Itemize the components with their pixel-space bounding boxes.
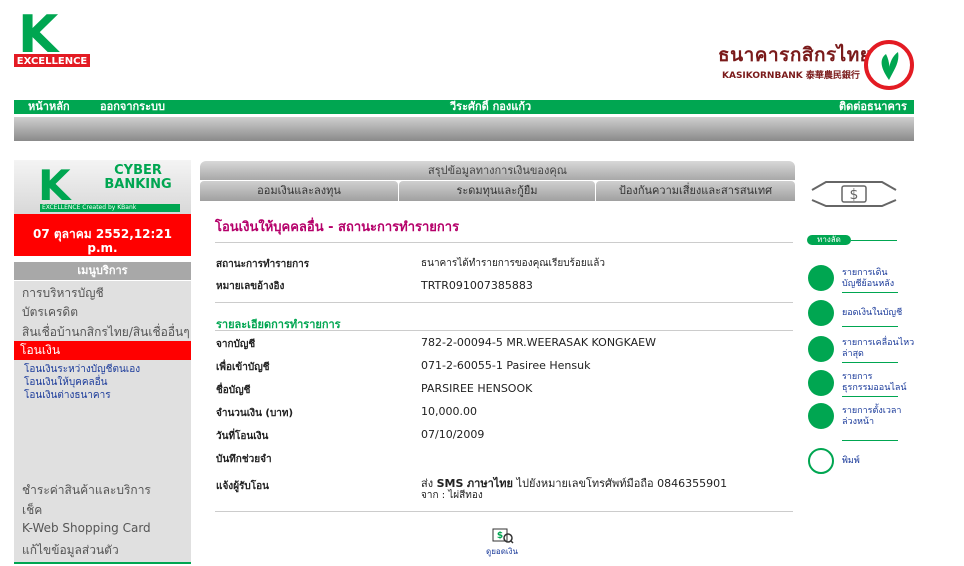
tab-financial-summary[interactable]: สรุปข้อมูลทางการเงินของคุณ (200, 161, 795, 180)
divider (215, 330, 793, 331)
tab-risk-protection[interactable]: ป้องกันความเสี่ยงและสารสนเทศ (596, 181, 795, 201)
recent-activity-line2: ล่าสุด (842, 349, 864, 359)
shortcut-online-transactions[interactable]: รายการ ธุรกรรมออนไลน์ (842, 372, 907, 394)
shortcut-underline (842, 440, 898, 441)
shortcut-title: ทางลัด (807, 235, 851, 245)
page-title: โอนเงินให้บุคคลอื่น - สถานะการทำรายการ (215, 220, 460, 235)
balance-check-icon[interactable]: $ (492, 528, 514, 544)
kasikornbank-logo: ธนาคารกสิกรไทย KASIKORNBANK 泰華農民銀行 (718, 40, 914, 90)
notify-from: จาก : ไผ่สีทอง (421, 490, 483, 501)
notify-label: แจ้งผู้รับโอน (216, 481, 269, 492)
menu-item-credit-card[interactable]: บัตรเครดิต (22, 303, 78, 322)
shortcut-underline (842, 326, 898, 327)
cyber-line-1: CYBER (114, 163, 162, 178)
memo-label: บันทึกช่วยจำ (216, 454, 272, 465)
shortcut-print[interactable]: พิมพ์ (842, 456, 860, 467)
kbank-leaf-icon (864, 40, 914, 90)
reference-label: หมายเลขอ้างอิง (216, 281, 285, 292)
menu-item-cheque[interactable]: เช็ค (22, 501, 42, 520)
current-time-suffix: p.m. (87, 241, 118, 255)
scheduled-transfer-icon[interactable] (808, 403, 834, 429)
menu-item-account-management[interactable]: การบริหารบัญชี (22, 284, 104, 303)
kbank-excellence-logo: K EXCELLENCE (14, 5, 90, 68)
to-account-label: เพื่อเข้าบัญชี (216, 362, 270, 373)
online-transactions-line1: รายการ (842, 372, 873, 382)
service-menu: การบริหารบัญชี บัตรเครดิต สินเชื่อบ้านกส… (14, 281, 191, 562)
online-transactions-icon[interactable] (808, 370, 834, 396)
svg-text:$: $ (850, 187, 859, 203)
status-value: ธนาคารได้ทำรายการของคุณเรียบร้อยแล้ว (421, 258, 605, 269)
shortcut-statement-history[interactable]: รายการเดินบัญชีย้อนหลัง (842, 268, 906, 290)
transfer-date-label: วันที่โอนเงิน (216, 431, 269, 442)
nav-logout-link[interactable]: ออกจากระบบ (100, 100, 165, 114)
status-label: สถานะการทำรายการ (216, 259, 310, 270)
cyber-banking-banner: K CYBER BANKING EXCELLENCE Created by KB… (14, 160, 191, 214)
scheduled-transfer-line2: ล่วงหน้า (842, 417, 875, 427)
recent-activity-icon[interactable] (808, 336, 834, 362)
amount-label: จำนวนเงิน (บาท) (216, 408, 294, 419)
amount-value: 10,000.00 (421, 405, 477, 418)
menu-item-edit-profile[interactable]: แก้ไขข้อมูลส่วนตัว (22, 541, 119, 560)
menu-item-shopping-card[interactable]: K-Web Shopping Card (22, 521, 151, 535)
online-transactions-line2: ธุรกรรมออนไลน์ (842, 383, 907, 393)
shortcut-recent-activity[interactable]: รายการเคลื่อนไหว ล่าสุด (842, 338, 914, 360)
menu-item-transfer[interactable]: โอนเงิน (14, 341, 191, 360)
shortcut-account-balance[interactable]: ยอดเงินในบัญชี (842, 308, 902, 319)
tab-savings-investment[interactable]: ออมเงินและลงทุน (200, 181, 398, 201)
reference-value: TRTR091007385883 (421, 279, 533, 292)
divider (215, 242, 793, 243)
recent-activity-line1: รายการเคลื่อนไหว (842, 338, 915, 348)
shortcut-underline (842, 292, 898, 293)
money-transfer-icon: $ (811, 181, 897, 207)
account-name-label: ชื่อบัญชี (216, 385, 251, 396)
shortcut-underline (842, 396, 898, 397)
divider (215, 302, 793, 303)
nav-user-name: วีระศักดิ์ กองแก้ว (450, 100, 532, 113)
current-date: 07 ตุลาคม 2552,12:21 (32, 227, 173, 241)
gray-header-bar (14, 117, 914, 141)
excellence-strip: EXCELLENCE Created by KBank (40, 204, 180, 212)
transfer-date-value: 07/10/2009 (421, 428, 485, 441)
print-icon[interactable] (808, 448, 834, 474)
from-account-label: จากบัญชี (216, 339, 256, 350)
svg-text:K: K (38, 162, 72, 204)
nav-home-link[interactable]: หน้าหลัก (28, 100, 70, 114)
top-nav-bar: หน้าหลัก ออกจากระบบ วีระศักดิ์ กองแก้ว ต… (14, 100, 914, 114)
service-menu-title: เมนูบริการ (14, 262, 191, 280)
svg-text:$: $ (497, 531, 503, 541)
date-time-box: 07 ตุลาคม 2552,12:21 p.m. (14, 214, 191, 256)
account-name-value: PARSIREE HENSOOK (421, 382, 533, 395)
divider (215, 511, 793, 512)
left-bottom-line (14, 562, 191, 564)
statement-history-icon[interactable] (808, 265, 834, 291)
shortcut-scheduled-transfer[interactable]: รายการตั้งเวลา ล่วงหน้า (842, 406, 901, 428)
scheduled-transfer-line1: รายการตั้งเวลา (842, 406, 902, 416)
submenu-interbank-transfer[interactable]: โอนเงินต่างธนาคาร (24, 388, 111, 403)
cyber-line-2: BANKING (104, 177, 172, 192)
logo-excellence-word: EXCELLENCE (17, 56, 88, 67)
tab-funding-loans[interactable]: ระดมทุนและกู้ยืม (399, 181, 595, 201)
to-account-value: 071-2-60055-1 Pasiree Hensuk (421, 359, 591, 372)
from-account-value: 782-2-00094-5 MR.WEERASAK KONGKAEW (421, 336, 656, 349)
shortcut-line (851, 240, 897, 241)
menu-item-bill-payment[interactable]: ชำระค่าสินค้าและบริการ (22, 481, 151, 500)
shortcut-underline (842, 362, 898, 363)
bank-name-thai: ธนาคารกสิกรไทย (718, 44, 872, 66)
notify-phone: ไปยังหมายเลขโทรศัพท์มือถือ 0846355901 (516, 477, 728, 490)
bank-name-english: KASIKORNBANK 泰華農民銀行 (722, 71, 860, 81)
account-balance-icon[interactable] (808, 300, 834, 326)
cyber-banking-text: CYBER BANKING (100, 164, 176, 192)
k-logo-icon: K (38, 162, 72, 204)
view-balance-link[interactable]: ดูยอดเงิน (486, 545, 518, 558)
nav-contact-link[interactable]: ติดต่อธนาคาร (839, 100, 907, 114)
menu-item-loans[interactable]: สินเชื่อบ้านกสิกรไทย/สินเชื่ออื่นๆ (22, 323, 190, 342)
